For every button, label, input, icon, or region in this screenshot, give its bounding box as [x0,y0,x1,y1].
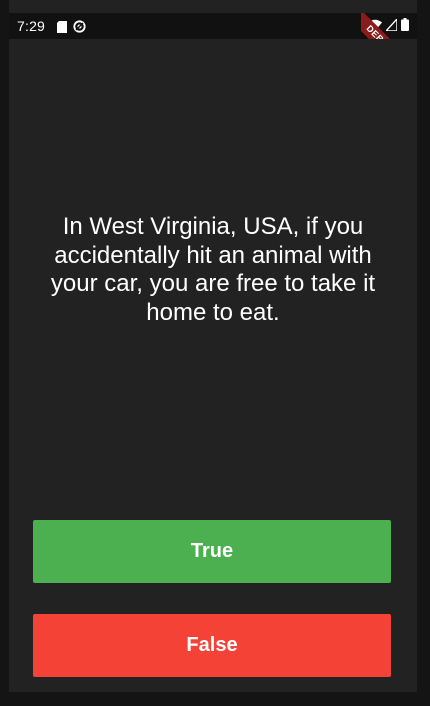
status-bar: 7:29 [9,13,417,39]
true-button-label: True [190,540,234,562]
status-time: 7:29 [17,18,46,34]
device-bezel-bottom [0,692,430,706]
question-text: In West Virginia, USA, if you accidental… [50,213,376,326]
sync-icon [73,19,86,33]
quiz-screen: In West Virginia, USA, if you accidental… [9,39,417,692]
true-button[interactable]: True [33,520,391,583]
false-button-label: False [186,634,238,656]
false-button[interactable]: False [33,614,391,677]
device-bezel-left [0,0,9,706]
sd-card-icon [57,20,68,33]
device-bezel-right [417,0,430,706]
device-screen: 7:29 In West Virginia, USA, if you accid… [0,0,430,706]
